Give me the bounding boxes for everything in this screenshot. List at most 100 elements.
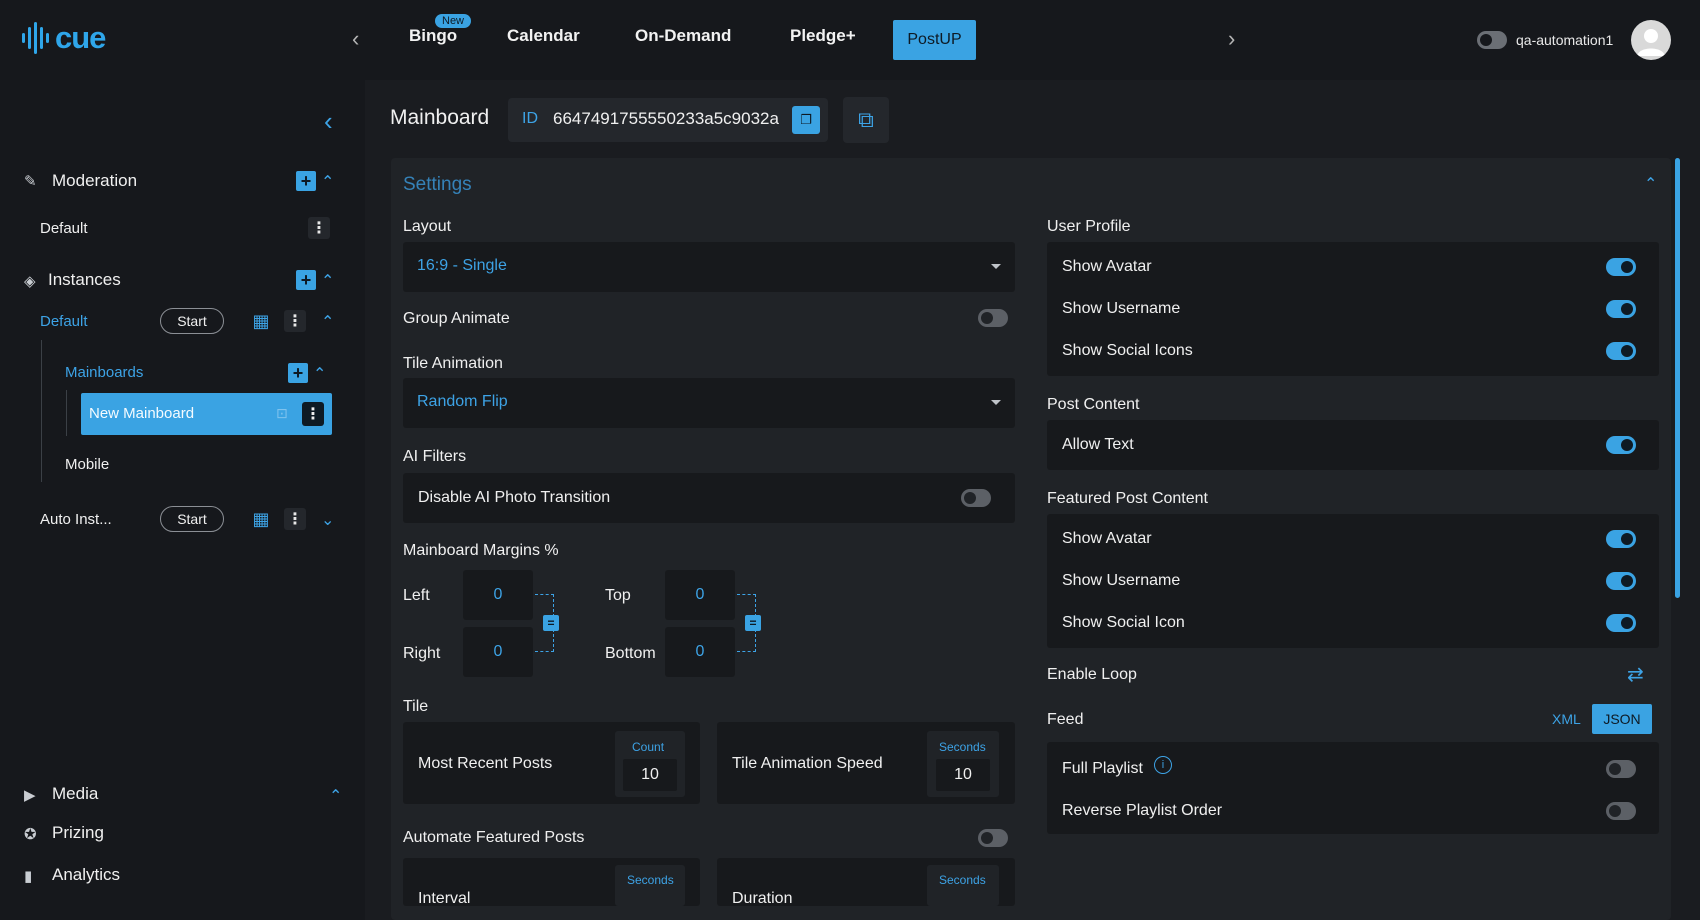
automate-toggle[interactable] xyxy=(978,829,1008,847)
cue-logo[interactable]: cue xyxy=(22,20,106,56)
more-options-icon[interactable]: ⋮ xyxy=(284,508,306,530)
chevron-up-icon[interactable]: ⌃ xyxy=(329,786,342,806)
feed-label: Feed xyxy=(1047,711,1084,728)
feed-xml-button[interactable]: XML xyxy=(1552,711,1581,727)
layout-label: Layout xyxy=(403,218,452,235)
sidebar-moderation[interactable]: Moderation xyxy=(52,171,137,191)
tile-speed-input[interactable]: 10 xyxy=(936,759,990,791)
more-options-icon[interactable]: ⋮ xyxy=(302,402,324,426)
chevron-up-icon[interactable]: ⌃ xyxy=(321,172,334,192)
sidebar-prizing[interactable]: Prizing xyxy=(52,823,104,843)
chevron-down-icon[interactable]: ⌄ xyxy=(321,510,334,530)
avatar[interactable] xyxy=(1631,20,1671,60)
copy-icon[interactable]: ❐ xyxy=(792,106,820,134)
featured-show-username-label: Show Username xyxy=(1062,572,1181,589)
caret-down-icon xyxy=(991,264,1001,269)
tab-bingo[interactable]: Bingo xyxy=(409,26,457,46)
link-margins-icon[interactable]: = xyxy=(543,615,559,631)
show-username-toggle[interactable] xyxy=(1606,300,1636,318)
nav-scroll-left-icon[interactable]: ‹ xyxy=(352,26,359,52)
tile-animation-label: Tile Animation xyxy=(403,355,503,372)
more-options-icon[interactable]: ⋮ xyxy=(308,217,330,239)
collapse-sidebar-icon[interactable]: ‹ xyxy=(324,106,333,137)
sidebar-item-new-mainboard[interactable]: New Mainboard ⊡ ⋮ xyxy=(81,393,332,435)
margin-top-input[interactable]: 0 xyxy=(665,570,735,620)
show-avatar-toggle[interactable] xyxy=(1606,258,1636,276)
layout-value: 16:9 - Single xyxy=(417,257,507,274)
most-recent-card: Most Recent Posts Count 10 xyxy=(403,722,700,804)
featured-content-label: Featured Post Content xyxy=(1047,490,1208,507)
preview-icon[interactable]: ⊡ xyxy=(276,405,288,422)
reverse-playlist-label: Reverse Playlist Order xyxy=(1062,802,1223,819)
margin-bottom-input[interactable]: 0 xyxy=(665,627,735,677)
disable-ai-transition-toggle[interactable] xyxy=(961,489,991,507)
mainboard-label: New Mainboard xyxy=(89,405,195,422)
theme-toggle[interactable] xyxy=(1477,31,1507,49)
sidebar-mainboards[interactable]: Mainboards xyxy=(65,364,143,381)
sidebar-instances[interactable]: Instances xyxy=(48,270,121,290)
id-value: 6647491755550233a5c9032a xyxy=(553,109,779,128)
feed-card: Full Playlist i Reverse Playlist Order xyxy=(1047,742,1659,834)
instance-auto[interactable]: Auto Inst... xyxy=(40,511,112,528)
most-recent-box: Count 10 xyxy=(615,731,685,797)
start-button[interactable]: Start xyxy=(160,308,224,334)
seconds-unit: Seconds xyxy=(627,873,674,887)
tab-on-demand[interactable]: On-Demand xyxy=(635,26,731,46)
tab-postup[interactable]: PostUP xyxy=(893,20,976,60)
scrollbar[interactable] xyxy=(1675,158,1680,598)
duration-box: Seconds xyxy=(927,865,999,906)
allow-text-label: Allow Text xyxy=(1062,436,1134,453)
ai-filters-card: Disable AI Photo Transition xyxy=(403,473,1015,523)
id-label: ID xyxy=(522,110,538,127)
link-margins-icon[interactable]: = xyxy=(745,615,761,631)
margin-left-label: Left xyxy=(403,587,430,604)
tab-calendar[interactable]: Calendar xyxy=(507,26,580,46)
layers-icon: ◈ xyxy=(24,273,36,290)
featured-show-username-toggle[interactable] xyxy=(1606,572,1636,590)
sidebar-media[interactable]: Media xyxy=(52,784,98,804)
count-unit: Count xyxy=(632,740,665,754)
sidebar-analytics[interactable]: Analytics xyxy=(52,865,120,885)
nav-scroll-right-icon[interactable]: › xyxy=(1228,26,1235,52)
featured-show-avatar-toggle[interactable] xyxy=(1606,530,1636,548)
loop-icon[interactable]: ⇄ xyxy=(1627,662,1644,687)
instance-default[interactable]: Default xyxy=(40,313,88,330)
add-instance-button[interactable]: + xyxy=(296,270,316,290)
duration-label: Duration xyxy=(732,890,793,907)
featured-show-social-icon-label: Show Social Icon xyxy=(1062,614,1185,631)
seconds-unit: Seconds xyxy=(939,740,986,754)
full-playlist-toggle[interactable] xyxy=(1606,760,1636,778)
more-options-icon[interactable]: ⋮ xyxy=(284,310,306,332)
interval-box: Seconds xyxy=(615,865,685,906)
featured-show-social-icon-toggle[interactable] xyxy=(1606,614,1636,632)
tile-animation-select[interactable]: Random Flip xyxy=(403,378,1015,428)
reverse-playlist-toggle[interactable] xyxy=(1606,802,1636,820)
interval-label: Interval xyxy=(418,890,471,907)
allow-text-toggle[interactable] xyxy=(1606,436,1636,454)
open-external-button[interactable]: ⧉ xyxy=(843,97,889,143)
chevron-up-icon[interactable]: ⌃ xyxy=(321,271,334,291)
chevron-up-icon[interactable]: ⌃ xyxy=(1644,174,1657,194)
start-button[interactable]: Start xyxy=(160,506,224,532)
show-username-label: Show Username xyxy=(1062,300,1181,317)
most-recent-input[interactable]: 10 xyxy=(623,759,677,791)
info-icon[interactable]: i xyxy=(1154,756,1172,774)
full-playlist-label: Full Playlist xyxy=(1062,760,1143,777)
layout-select[interactable]: 16:9 - Single xyxy=(403,242,1015,292)
margin-right-input[interactable]: 0 xyxy=(463,627,533,677)
chevron-up-icon[interactable]: ⌃ xyxy=(313,364,326,384)
tab-pledge-plus[interactable]: Pledge+ xyxy=(790,26,856,46)
show-social-icons-label: Show Social Icons xyxy=(1062,342,1193,359)
chevron-up-icon[interactable]: ⌃ xyxy=(321,312,334,332)
qr-code-icon[interactable]: ▦ xyxy=(250,310,272,332)
post-content-card: Allow Text xyxy=(1047,420,1659,470)
group-animate-toggle[interactable] xyxy=(978,309,1008,327)
add-mainboard-button[interactable]: + xyxy=(288,363,308,383)
sidebar-mobile[interactable]: Mobile xyxy=(65,456,109,473)
show-social-icons-toggle[interactable] xyxy=(1606,342,1636,360)
margin-left-input[interactable]: 0 xyxy=(463,570,533,620)
sidebar-moderation-default[interactable]: Default xyxy=(40,220,88,237)
qr-code-icon[interactable]: ▦ xyxy=(250,508,272,530)
feed-json-button[interactable]: JSON xyxy=(1592,704,1652,734)
add-moderation-button[interactable]: + xyxy=(296,171,316,191)
